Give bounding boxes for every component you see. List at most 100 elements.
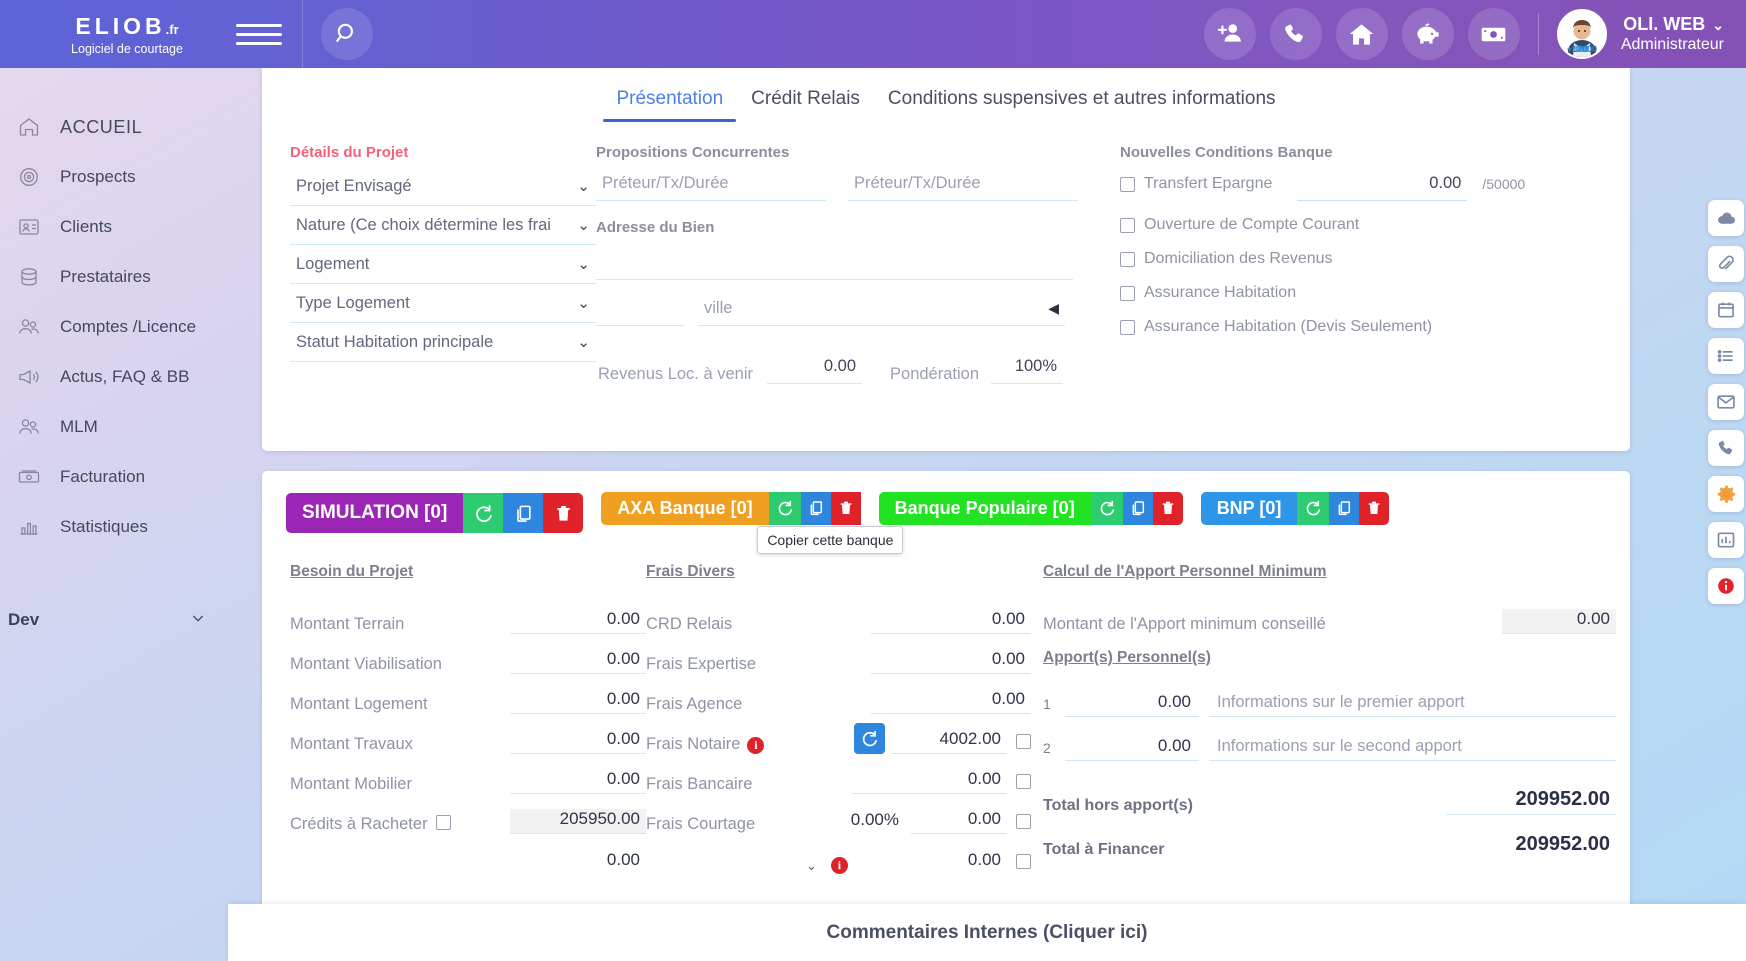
checkbox-frais-courtage[interactable] [1016, 814, 1031, 829]
city-input[interactable]: ville ◀ [698, 292, 1065, 326]
info-icon[interactable]: i [747, 737, 765, 754]
offer2-input[interactable]: Préteur/Tx/Durée [848, 167, 1078, 201]
apport-info-input[interactable]: Informations sur le second apport [1209, 737, 1616, 761]
checkbox-assurance-habitation[interactable] [1120, 285, 1135, 301]
search-button[interactable] [321, 8, 373, 60]
sidebar-item-mlm[interactable]: MLM [0, 402, 228, 452]
refresh-icon-button[interactable] [463, 493, 504, 533]
phone-icon-button[interactable] [1269, 8, 1322, 60]
postal-code-input[interactable] [596, 292, 684, 326]
piggy-bank-icon-button[interactable] [1401, 8, 1454, 60]
frais-courtage-percent[interactable]: 0.00% [851, 810, 899, 834]
checkbox-ouverture-compte-courant[interactable] [1120, 217, 1135, 233]
bank-tab-label[interactable]: Banque Populaire [0] [878, 491, 1091, 525]
phone-icon-button[interactable] [1708, 430, 1744, 466]
bank-tab-label[interactable]: SIMULATION [0] [286, 493, 464, 533]
checkbox-row-extra[interactable] [1016, 854, 1031, 869]
hamburger-icon[interactable] [236, 14, 282, 54]
select-projet-envisage[interactable]: Projet Envisagé ⌄ [290, 167, 596, 206]
info-icon[interactable]: i [830, 857, 848, 874]
apport-minimum-input[interactable]: 0.00 [1502, 609, 1616, 634]
chevron-down-icon[interactable] [190, 610, 206, 631]
chevron-down-icon[interactable]: ⌄ [806, 858, 817, 874]
refresh-icon-button[interactable] [1297, 491, 1330, 525]
sidebar-item-comptes-licence[interactable]: Comptes /Licence [0, 302, 228, 352]
checkbox-assurance-habitation-devis[interactable] [1120, 319, 1135, 335]
copy-icon-button[interactable] [503, 493, 544, 533]
sidebar-item-prestataires[interactable]: Prestataires [0, 252, 228, 302]
checkbox-credits-a-racheter[interactable] [435, 815, 451, 830]
internal-comments-bar[interactable]: Commentaires Internes (Cliquer ici) [228, 904, 1746, 961]
checkbox-frais-bancaire[interactable] [1016, 774, 1031, 789]
weighting-input[interactable]: 100% [991, 350, 1064, 384]
bank-tab-label[interactable]: AXA Banque [0] [601, 491, 769, 525]
tab-presentation[interactable]: Présentation [602, 80, 737, 122]
row-input[interactable]: 0.00 [510, 729, 646, 754]
select-logement[interactable]: Logement ⌄ [290, 245, 596, 284]
offer1-input[interactable]: Préteur/Tx/Durée [596, 167, 826, 201]
trash-icon-button[interactable] [1152, 491, 1183, 525]
sidebar-item-prospects[interactable]: Prospects [0, 152, 228, 202]
row-input[interactable]: 0.00 [510, 850, 646, 874]
copy-icon-button[interactable] [1329, 491, 1360, 525]
row-input[interactable]: 205950.00 [510, 809, 646, 834]
checkbox-transfert-epargne[interactable] [1120, 176, 1135, 192]
add-user-icon-button[interactable] [1203, 8, 1256, 60]
trash-icon-button[interactable] [1359, 491, 1390, 525]
copy-icon-button[interactable] [1122, 491, 1153, 525]
row-input[interactable]: 0.00 [871, 609, 1031, 634]
tab-conditions-suspensives[interactable]: Conditions suspensives et autres informa… [874, 80, 1290, 122]
select-type-logement[interactable]: Type Logement ⌄ [290, 284, 596, 323]
row-input[interactable]: 0.00 [510, 769, 646, 794]
copy-icon-button[interactable] [800, 491, 831, 525]
sidebar-item-accueil[interactable]: ACCUEIL [0, 102, 228, 152]
address-input[interactable] [596, 246, 1073, 280]
user-name-block[interactable]: OLI. WEB ⌄ Administrateur [1621, 13, 1724, 56]
rental-income-input[interactable]: 0.00 [767, 350, 863, 384]
row-input[interactable]: 0.00 [510, 689, 646, 714]
home-icon-button[interactable] [1335, 8, 1388, 60]
city-dropdown-caret-icon[interactable]: ◀ [1048, 300, 1065, 317]
brand-logo[interactable]: ELIOB.fr Logiciel de courtage [0, 0, 254, 68]
trash-icon-button[interactable] [830, 491, 861, 525]
info-icon-button[interactable] [1708, 568, 1744, 604]
refresh-icon-button[interactable] [854, 723, 885, 754]
user-block[interactable]: +17000 OLI. WEB ⌄ Administrateur [1556, 9, 1746, 59]
calendar-icon-button[interactable] [1708, 292, 1744, 328]
row-input[interactable]: 0.00 [871, 689, 1031, 714]
transfert-epargne-input[interactable]: 0.00 [1297, 167, 1468, 201]
row-input[interactable]: 0.00 [510, 609, 646, 634]
trash-icon-button[interactable] [543, 493, 584, 533]
sidebar-item-dev[interactable]: Dev [0, 600, 228, 640]
apport-amount-input[interactable]: 0.00 [1065, 692, 1199, 717]
row-input[interactable]: 0.00 [871, 649, 1031, 674]
row-input[interactable]: 0.00 [887, 850, 1007, 874]
chart-icon-button[interactable] [1708, 522, 1744, 558]
refresh-icon-button[interactable] [768, 491, 801, 525]
sidebar-item-statistiques[interactable]: Statistiques [0, 502, 228, 552]
row-input[interactable]: 0.00 [510, 649, 646, 674]
cloud-icon-button[interactable] [1708, 200, 1744, 236]
banknote-icon-button[interactable] [1467, 8, 1520, 60]
gear-icon-button[interactable] [1708, 476, 1744, 512]
apport-amount-input[interactable]: 0.00 [1065, 736, 1199, 761]
refresh-icon-button[interactable] [1090, 491, 1123, 525]
bank-tab-label[interactable]: BNP [0] [1200, 491, 1298, 525]
list-icon-button[interactable] [1708, 338, 1744, 374]
select-statut-habitation[interactable]: Statut Habitation principale ⌄ [290, 323, 596, 362]
apport-info-input[interactable]: Informations sur le premier apport [1209, 693, 1616, 717]
row-input[interactable]: 4002.00 [891, 729, 1007, 754]
tab-credit-relais[interactable]: Crédit Relais [737, 80, 874, 122]
paperclip-icon-button[interactable] [1708, 246, 1744, 282]
chevron-down-icon[interactable]: ⌄ [1712, 17, 1724, 35]
checkbox-domiciliation-revenus[interactable] [1120, 251, 1135, 267]
avatar[interactable]: +17000 [1556, 9, 1607, 59]
mail-icon-button[interactable] [1708, 384, 1744, 420]
row-input[interactable]: 0.00 [911, 809, 1007, 834]
select-nature[interactable]: Nature (Ce choix détermine les frai ⌄ [290, 206, 596, 245]
sidebar-item-facturation[interactable]: Facturation [0, 452, 228, 502]
sidebar-item-clients[interactable]: Clients [0, 202, 228, 252]
checkbox-frais-notaire[interactable] [1016, 734, 1031, 749]
sidebar-item-actus-faq-bb[interactable]: Actus, FAQ & BB [0, 352, 228, 402]
row-input[interactable]: 0.00 [852, 769, 1007, 794]
